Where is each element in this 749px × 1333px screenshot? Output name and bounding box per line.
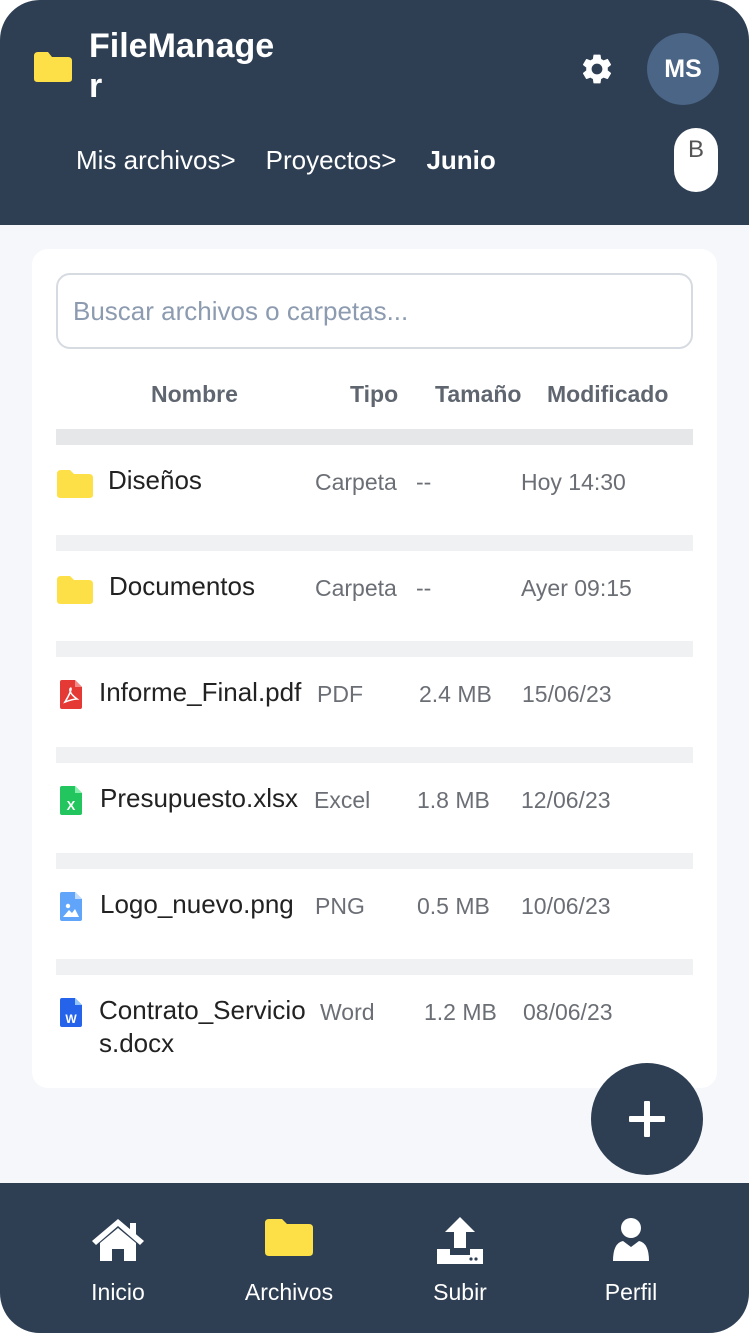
app-window: FileManager MS Mis archivos> Proyectos> …: [0, 0, 749, 1333]
row-divider: [56, 853, 693, 869]
upload-icon: [437, 1217, 483, 1264]
bottom-nav: Inicio Archivos Subir Perfil: [0, 1183, 749, 1333]
file-name: Logo_nuevo.png: [100, 889, 294, 919]
file-type: Excel: [314, 787, 371, 813]
file-size: 2.4 MB: [419, 681, 492, 707]
search-input[interactable]: [56, 273, 693, 349]
gear-icon: [582, 54, 612, 84]
nav-label: Inicio: [91, 1279, 145, 1305]
file-size: 0.5 MB: [417, 893, 490, 919]
svg-text:W: W: [65, 1012, 77, 1026]
header-toggle-pill[interactable]: B: [674, 128, 718, 192]
file-size: --: [416, 469, 432, 495]
folder-icon: [34, 52, 72, 82]
table-row[interactable]: Logo_nuevo.png PNG 0.5 MB 10/06/23: [56, 853, 693, 959]
column-header-nombre[interactable]: Nombre: [151, 381, 238, 408]
file-modified: 12/06/23: [521, 787, 611, 813]
file-modified: 08/06/23: [523, 999, 613, 1025]
file-modified: Hoy 14:30: [521, 469, 626, 495]
file-list-card: Nombre Tipo Tamaño Modificado Diseños Ca…: [32, 249, 717, 1088]
user-icon: [613, 1218, 649, 1261]
folder-icon: [57, 576, 93, 604]
nav-item-archivos[interactable]: Archivos: [214, 1183, 364, 1333]
file-size: 1.8 MB: [417, 787, 490, 813]
plus-icon: [629, 1101, 665, 1137]
excel-file-icon: X: [60, 786, 82, 815]
svg-text:X: X: [67, 798, 76, 813]
image-file-icon: [60, 892, 82, 921]
file-type: Carpeta: [315, 469, 397, 495]
column-header-tamano[interactable]: Tamaño: [435, 381, 521, 408]
row-divider: [56, 747, 693, 763]
row-divider: [56, 959, 693, 975]
avatar[interactable]: MS: [647, 33, 719, 105]
home-icon: [92, 1219, 144, 1261]
file-type: Word: [320, 999, 375, 1025]
nav-label: Perfil: [604, 1279, 658, 1305]
file-name: Contrato_Servicios.docx: [99, 995, 306, 1058]
breadcrumb: Mis archivos> Proyectos> Junio: [76, 142, 496, 178]
breadcrumb-item-proyectos[interactable]: Proyectos>: [266, 145, 397, 176]
table-row[interactable]: Informe_Final.pdf PDF 2.4 MB 15/06/23: [56, 641, 693, 747]
file-name: Documentos: [109, 571, 255, 601]
table-row[interactable]: Diseños Carpeta -- Hoy 14:30: [56, 429, 693, 535]
row-divider: [56, 535, 693, 551]
nav-label: Subir: [433, 1279, 487, 1305]
folder-icon: [57, 470, 93, 498]
breadcrumb-item-mis-archivos[interactable]: Mis archivos>: [76, 145, 236, 176]
file-type: PDF: [317, 681, 363, 707]
file-type: PNG: [315, 893, 365, 919]
settings-button[interactable]: [576, 48, 618, 90]
file-name: Informe_Final.pdf: [99, 677, 302, 707]
app-title: FileManager: [89, 27, 275, 105]
add-button[interactable]: [591, 1063, 703, 1175]
header-pill-label: B: [687, 136, 704, 163]
row-divider: [56, 641, 693, 657]
column-header-modificado[interactable]: Modificado: [547, 381, 668, 408]
nav-item-subir[interactable]: Subir: [385, 1183, 535, 1333]
file-size: 1.2 MB: [424, 999, 497, 1025]
nav-item-perfil[interactable]: Perfil: [556, 1183, 706, 1333]
nav-label: Archivos: [244, 1279, 334, 1305]
table-row[interactable]: X Presupuesto.xlsx Excel 1.8 MB 12/06/23: [56, 747, 693, 853]
column-header-tipo[interactable]: Tipo: [350, 381, 398, 408]
file-name: Diseños: [108, 465, 202, 495]
file-modified: 10/06/23: [521, 893, 611, 919]
file-modified: 15/06/23: [522, 681, 612, 707]
folder-icon: [265, 1219, 313, 1256]
file-modified: Ayer 09:15: [521, 575, 632, 601]
pdf-file-icon: [60, 680, 82, 709]
breadcrumb-item-current: Junio: [426, 144, 496, 175]
table-row[interactable]: Documentos Carpeta -- Ayer 09:15: [56, 535, 693, 641]
word-file-icon: W: [60, 998, 82, 1027]
file-size: --: [416, 575, 432, 601]
header: FileManager MS Mis archivos> Proyectos> …: [0, 0, 749, 225]
nav-item-inicio[interactable]: Inicio: [43, 1183, 193, 1333]
table-row[interactable]: W Contrato_Servicios.docx Word 1.2 MB 08…: [56, 959, 693, 1065]
file-type: Carpeta: [315, 575, 397, 601]
file-name: Presupuesto.xlsx: [100, 783, 298, 813]
